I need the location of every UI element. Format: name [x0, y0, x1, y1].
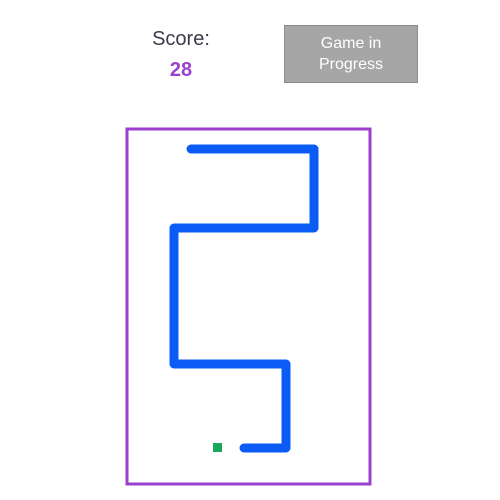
- food-pellet-icon: [213, 443, 222, 452]
- board-border: [125, 127, 372, 486]
- snake-body: [169, 144, 319, 453]
- game-screen: Score: 28 Game in Progress: [0, 0, 500, 500]
- game-board: [125, 127, 372, 486]
